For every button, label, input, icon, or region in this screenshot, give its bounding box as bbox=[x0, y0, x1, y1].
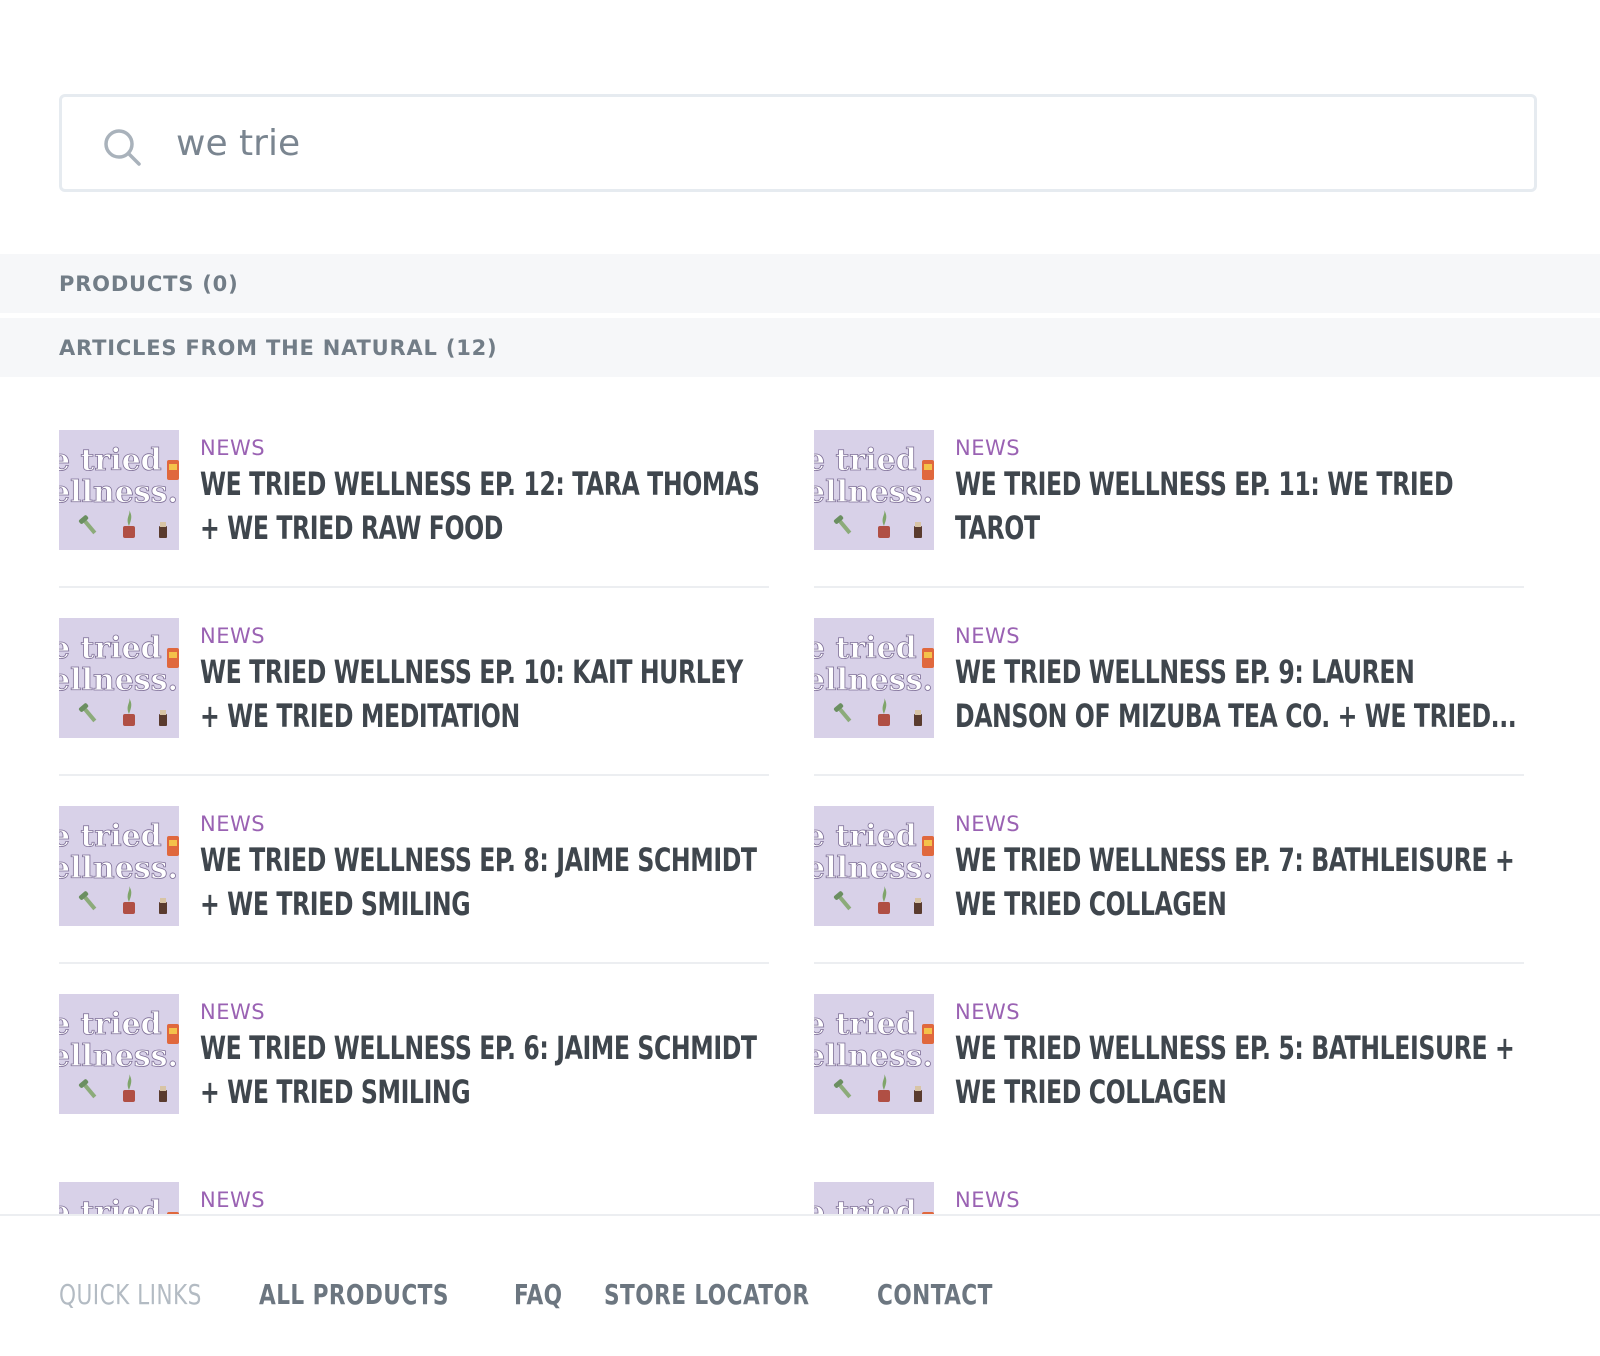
svg-text:e tried: e tried bbox=[59, 1007, 162, 1042]
article-item[interactable]: e tried ellness. NEWS WE TRIED WELLNESS … bbox=[59, 786, 769, 964]
article-category: NEWS bbox=[200, 1188, 266, 1212]
svg-text:e tried: e tried bbox=[59, 1195, 162, 1215]
article-item[interactable]: e tried ellness. NEWS WE TRIED WELLNESS … bbox=[59, 974, 769, 1152]
quick-links-label: QUICK LINKS bbox=[59, 1278, 202, 1311]
footer-link-faq[interactable]: FAQ bbox=[514, 1278, 563, 1311]
products-section-label: PRODUCTS (0) bbox=[59, 272, 239, 296]
article-item[interactable]: e tried ellness. NEWS WE TRIED WELLNESS … bbox=[59, 410, 769, 588]
article-category: NEWS bbox=[200, 624, 266, 648]
article-title[interactable]: WE TRIED WELLNESS EP. 10: KAIT HURLEY + … bbox=[200, 650, 768, 738]
products-section-header[interactable]: PRODUCTS (0) bbox=[0, 254, 1600, 313]
article-thumbnail: e tried ellness. bbox=[59, 1182, 179, 1215]
article-title[interactable]: WE TRIED WELLNESS EP. 6: JAIME SCHMIDT +… bbox=[200, 1026, 768, 1114]
article-item[interactable]: e tried ellness. NEWS bbox=[59, 1162, 769, 1215]
footer-link-contact[interactable]: CONTACT bbox=[877, 1278, 993, 1311]
article-category: NEWS bbox=[955, 1188, 1021, 1212]
article-title[interactable]: WE TRIED WELLNESS EP. 8: JAIME SCHMIDT +… bbox=[200, 838, 768, 926]
svg-text:e tried: e tried bbox=[814, 443, 917, 478]
footer-link-all-products[interactable]: ALL PRODUCTS bbox=[259, 1278, 449, 1311]
article-item[interactable]: e tried ellness. NEWS bbox=[814, 1162, 1524, 1215]
article-title[interactable]: WE TRIED WELLNESS EP. 12: TARA THOMAS + … bbox=[200, 462, 768, 550]
svg-text:e tried: e tried bbox=[814, 819, 917, 854]
article-category: NEWS bbox=[955, 624, 1021, 648]
articles-list: e tried ellness. NEWS WE TRIED WELLNESS … bbox=[59, 410, 1541, 1215]
svg-text:ellness.: ellness. bbox=[814, 1039, 933, 1074]
article-category: NEWS bbox=[200, 436, 266, 460]
article-category: NEWS bbox=[955, 1000, 1021, 1024]
svg-text:ellness.: ellness. bbox=[814, 475, 933, 510]
svg-text:ellness.: ellness. bbox=[814, 663, 933, 698]
footer: QUICK LINKS ALL PRODUCTS FAQ STORE LOCAT… bbox=[0, 1214, 1600, 1356]
footer-link-store-locator[interactable]: STORE LOCATOR bbox=[604, 1278, 809, 1311]
article-thumbnail: e tried ellness. bbox=[59, 994, 179, 1114]
article-thumbnail: e tried ellness. bbox=[814, 618, 934, 738]
svg-text:ellness.: ellness. bbox=[59, 1039, 178, 1074]
search-icon bbox=[104, 129, 141, 166]
article-thumbnail: e tried ellness. bbox=[59, 618, 179, 738]
articles-section-label: ARTICLES FROM THE NATURAL (12) bbox=[59, 336, 498, 360]
article-item[interactable]: e tried ellness. NEWS WE TRIED WELLNESS … bbox=[814, 786, 1524, 964]
svg-text:e tried: e tried bbox=[59, 819, 162, 854]
article-item[interactable]: e tried ellness. NEWS WE TRIED WELLNESS … bbox=[814, 598, 1524, 776]
article-item[interactable]: e tried ellness. NEWS WE TRIED WELLNESS … bbox=[59, 598, 769, 776]
article-title[interactable]: WE TRIED WELLNESS EP. 11: WE TRIED TAROT bbox=[955, 462, 1523, 550]
article-category: NEWS bbox=[955, 812, 1021, 836]
articles-section-header[interactable]: ARTICLES FROM THE NATURAL (12) bbox=[0, 318, 1600, 377]
article-title[interactable]: WE TRIED WELLNESS EP. 7: BATHLEISURE + W… bbox=[955, 838, 1523, 926]
article-thumbnail: e tried ellness. bbox=[814, 994, 934, 1114]
svg-text:ellness.: ellness. bbox=[59, 663, 178, 698]
article-category: NEWS bbox=[955, 436, 1021, 460]
article-thumbnail: e tried ellness. bbox=[814, 430, 934, 550]
article-category: NEWS bbox=[200, 1000, 266, 1024]
article-item[interactable]: e tried ellness. NEWS WE TRIED WELLNESS … bbox=[814, 974, 1524, 1152]
article-thumbnail: e tried ellness. bbox=[814, 806, 934, 926]
article-thumbnail: e tried ellness. bbox=[59, 806, 179, 926]
svg-text:e tried: e tried bbox=[59, 631, 162, 666]
article-title[interactable]: WE TRIED WELLNESS EP. 9: LAUREN DANSON O… bbox=[955, 650, 1523, 738]
search-box[interactable] bbox=[59, 94, 1537, 192]
svg-text:ellness.: ellness. bbox=[59, 851, 178, 886]
article-category: NEWS bbox=[200, 812, 266, 836]
article-title[interactable]: WE TRIED WELLNESS EP. 5: BATHLEISURE + W… bbox=[955, 1026, 1523, 1114]
search-input[interactable] bbox=[176, 115, 1476, 171]
svg-text:ellness.: ellness. bbox=[814, 851, 933, 886]
svg-text:ellness.: ellness. bbox=[59, 475, 178, 510]
svg-text:e tried: e tried bbox=[814, 631, 917, 666]
svg-text:e tried: e tried bbox=[814, 1195, 917, 1215]
svg-text:e tried: e tried bbox=[59, 443, 162, 478]
svg-text:e tried: e tried bbox=[814, 1007, 917, 1042]
footer-quick-links: QUICK LINKS ALL PRODUCTS FAQ STORE LOCAT… bbox=[59, 1278, 1012, 1311]
article-thumbnail: e tried ellness. bbox=[814, 1182, 934, 1215]
article-item[interactable]: e tried ellness. NEWS WE TRIED WELLNESS … bbox=[814, 410, 1524, 588]
article-thumbnail: e tried ellness. bbox=[59, 430, 179, 550]
